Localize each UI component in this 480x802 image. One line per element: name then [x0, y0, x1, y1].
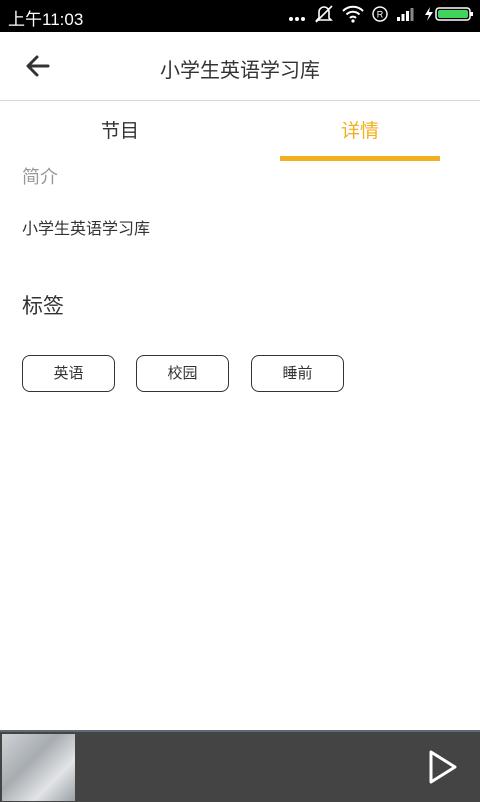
active-tab-indicator [280, 156, 440, 161]
tab-programs[interactable]: 节目 [40, 101, 200, 161]
tags-heading: 标签 [22, 294, 64, 318]
signal-icon [396, 6, 416, 26]
tag-english[interactable]: 英语 [22, 355, 115, 392]
app-bar: 小学生英语学习库 [0, 32, 480, 101]
tag-bedtime[interactable]: 睡前 [251, 355, 344, 392]
play-icon[interactable] [425, 748, 461, 786]
intro-label: 简介 [22, 167, 58, 188]
wifi-icon [342, 5, 364, 27]
tab-details[interactable]: 详情 [280, 101, 440, 161]
player-bar [0, 730, 480, 802]
intro-text: 小学生英语学习库 [22, 219, 151, 238]
svg-text:R: R [377, 10, 384, 20]
battery-charging-icon [424, 6, 474, 26]
registered-icon: R [372, 6, 388, 26]
status-bar: 上午11:03 R [0, 0, 480, 32]
status-icons: R [288, 4, 474, 28]
status-time: 上午11:03 [8, 10, 84, 29]
more-dots-icon [288, 7, 306, 26]
page-title: 小学生英语学习库 [160, 58, 320, 82]
tab-bar: 节目 详情 [0, 101, 480, 161]
mute-icon [314, 4, 334, 28]
tag-campus[interactable]: 校园 [136, 355, 229, 392]
album-thumbnail[interactable] [2, 734, 75, 801]
